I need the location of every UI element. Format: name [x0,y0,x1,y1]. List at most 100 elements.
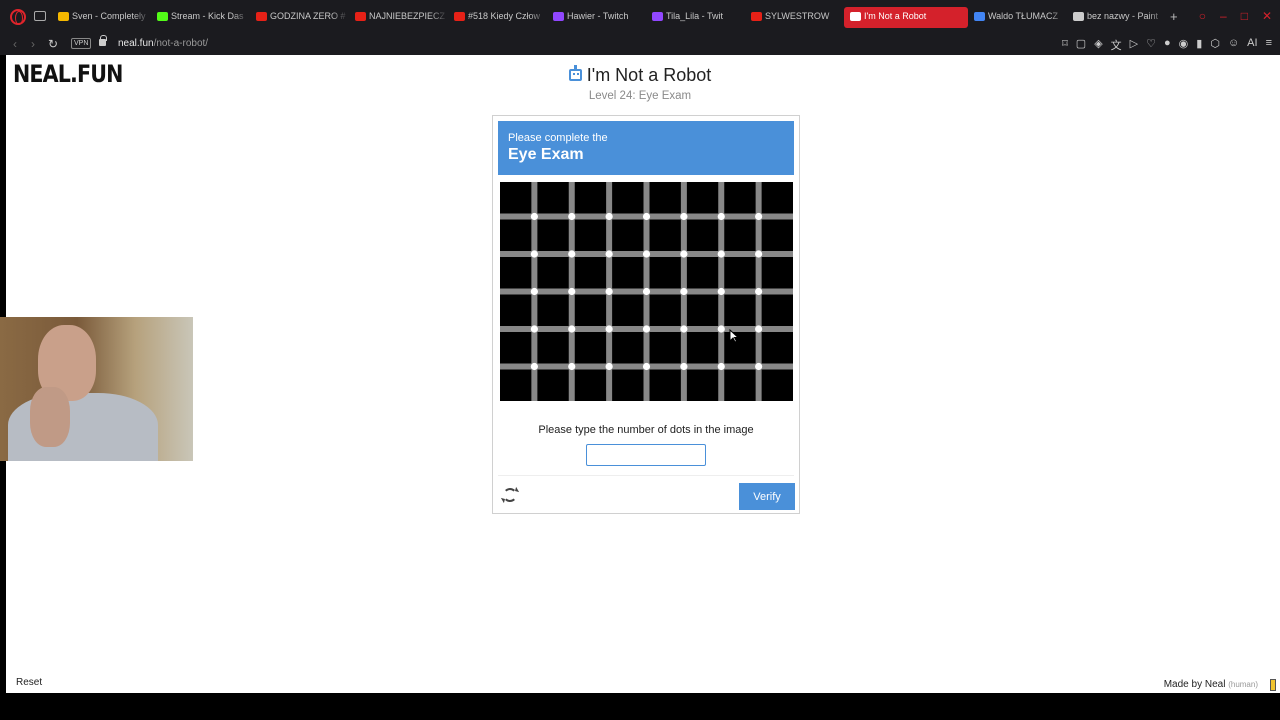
grid-square [686,332,719,364]
robot-icon [568,64,582,81]
tab-favicon-icon [157,12,168,21]
refresh-icon[interactable] [503,488,517,502]
grid-dot [642,250,651,258]
grid-dot [755,325,763,333]
url-field[interactable]: neal.fun/not-a-robot/ [118,38,208,49]
maximize-icon[interactable]: □ [1241,9,1248,23]
web-page: NEAL.FUN I'm Not a Robot Level 24: Eye E… [6,55,1280,693]
back-icon[interactable]: ‹ [13,37,17,51]
tab-favicon-icon [454,12,465,21]
page-title-text: I'm Not a Robot [586,65,712,85]
grid-dot [642,287,651,296]
browser-tab[interactable]: I'm Not a Robot [844,7,968,28]
snapshot-icon[interactable]: ▢ [1076,37,1086,53]
browser-tab[interactable]: Sven - Completely [52,7,151,28]
reload-icon[interactable]: ↻ [48,37,58,51]
grid-square [649,332,681,364]
lock-icon[interactable] [99,35,107,46]
browser-tab[interactable]: GODZINA ZERO # [250,7,349,28]
webcam-person-arm [30,387,70,447]
grid-square [686,219,719,251]
browser-tab[interactable]: NAJNIEBEZPIECZ [349,7,448,28]
grid-square [761,294,793,326]
browser-tab[interactable]: Stream - Kick Das [151,7,250,28]
ai-icon[interactable]: AI [1247,37,1257,53]
translate-icon[interactable]: 文 [1111,37,1122,53]
grid-square [724,369,756,401]
dot-grid-image [500,182,793,401]
opera-logo-icon[interactable] [10,9,26,25]
url-host: neal.fun [118,38,154,49]
grid-square [574,219,607,251]
grid-square [537,332,569,364]
menu-icon[interactable]: ≡ [1266,37,1272,53]
grid-dot [755,287,763,296]
captcha-instruction: Please type the number of dots in the im… [538,424,754,436]
grid-dot [530,325,538,333]
grid-square [686,182,719,214]
grid-square [724,219,756,251]
grid-square [574,294,607,326]
grid-square [761,219,793,251]
grid-square [686,257,719,289]
grid-square [649,257,681,289]
browser-tab[interactable]: bez nazwy - Paint [1067,7,1166,28]
browser-tab[interactable]: #518 Kiedy Człow [448,7,547,28]
reset-link[interactable]: Reset [16,677,42,688]
grid-square [761,257,793,289]
tab-favicon-icon [355,12,366,21]
grid-square [612,332,644,364]
shield-icon[interactable]: ◈ [1094,37,1102,53]
browser-tab[interactable]: Hawier - Twitch [547,7,646,28]
made-by-text: Made by Neal [1163,679,1226,690]
grid-dot [755,212,763,221]
grid-dot [605,362,613,371]
adblock-icon[interactable]: ◉ [1179,37,1189,53]
grid-square [574,257,607,289]
grid-square [537,182,569,214]
grid-dot [605,212,613,221]
made-by-note: (human) [1228,680,1258,689]
heart-icon[interactable]: ♡ [1146,37,1156,53]
tab-favicon-icon [974,12,985,21]
tab-label: Tila_Lila - Twit [666,11,724,21]
search-tabs-icon[interactable]: ○ [1199,9,1206,23]
tab-favicon-icon [256,12,267,21]
tab-label: SYLWESTROW [765,11,830,21]
vpn-badge[interactable]: VPN [71,38,92,49]
grid-square [537,219,569,251]
forward-icon[interactable]: › [31,37,35,51]
browser-tab[interactable]: Tila_Lila - Twit [646,7,745,28]
address-bar: ‹ › ↻ VPN neal.fun/not-a-robot/ ⌑ ▢ ◈ 文 … [0,34,1280,55]
grid-dot [568,250,576,258]
grid-square [612,182,644,214]
made-by-credit[interactable]: Made by Neal (human) [1164,679,1258,690]
play-icon[interactable]: ▷ [1130,37,1138,53]
tab-favicon-icon [652,12,663,21]
grid-dot [642,325,651,333]
verify-button[interactable]: Verify [739,483,795,510]
new-tab-icon[interactable]: + [1170,9,1178,24]
profile-icon[interactable]: ☺ [1228,37,1239,53]
page-header: I'm Not a Robot Level 24: Eye Exam [0,64,1280,102]
tab-favicon-icon [1073,12,1084,21]
minimize-icon[interactable]: – [1220,9,1227,23]
bookmark-icon[interactable]: ⌑ [1062,37,1068,53]
extensions-icon[interactable]: ⬡ [1210,37,1220,53]
browser-tab[interactable]: SYLWESTROW [745,7,844,28]
workspaces-icon[interactable] [34,11,46,21]
grid-square [500,182,532,214]
account-icon[interactable]: ● [1164,37,1171,53]
close-icon[interactable]: ✕ [1262,9,1272,23]
tab-favicon-icon [58,12,69,21]
grid-dot [717,325,725,333]
grid-square [612,369,644,401]
grid-dot [530,362,538,371]
grid-dot [755,362,763,371]
grid-dot [717,362,725,371]
grid-square [574,369,607,401]
dot-count-input[interactable] [586,444,706,466]
grid-dot [568,362,576,371]
browser-tab[interactable]: Waldo TŁUMACZ [968,7,1067,28]
battery-icon[interactable]: ▮ [1196,37,1202,53]
